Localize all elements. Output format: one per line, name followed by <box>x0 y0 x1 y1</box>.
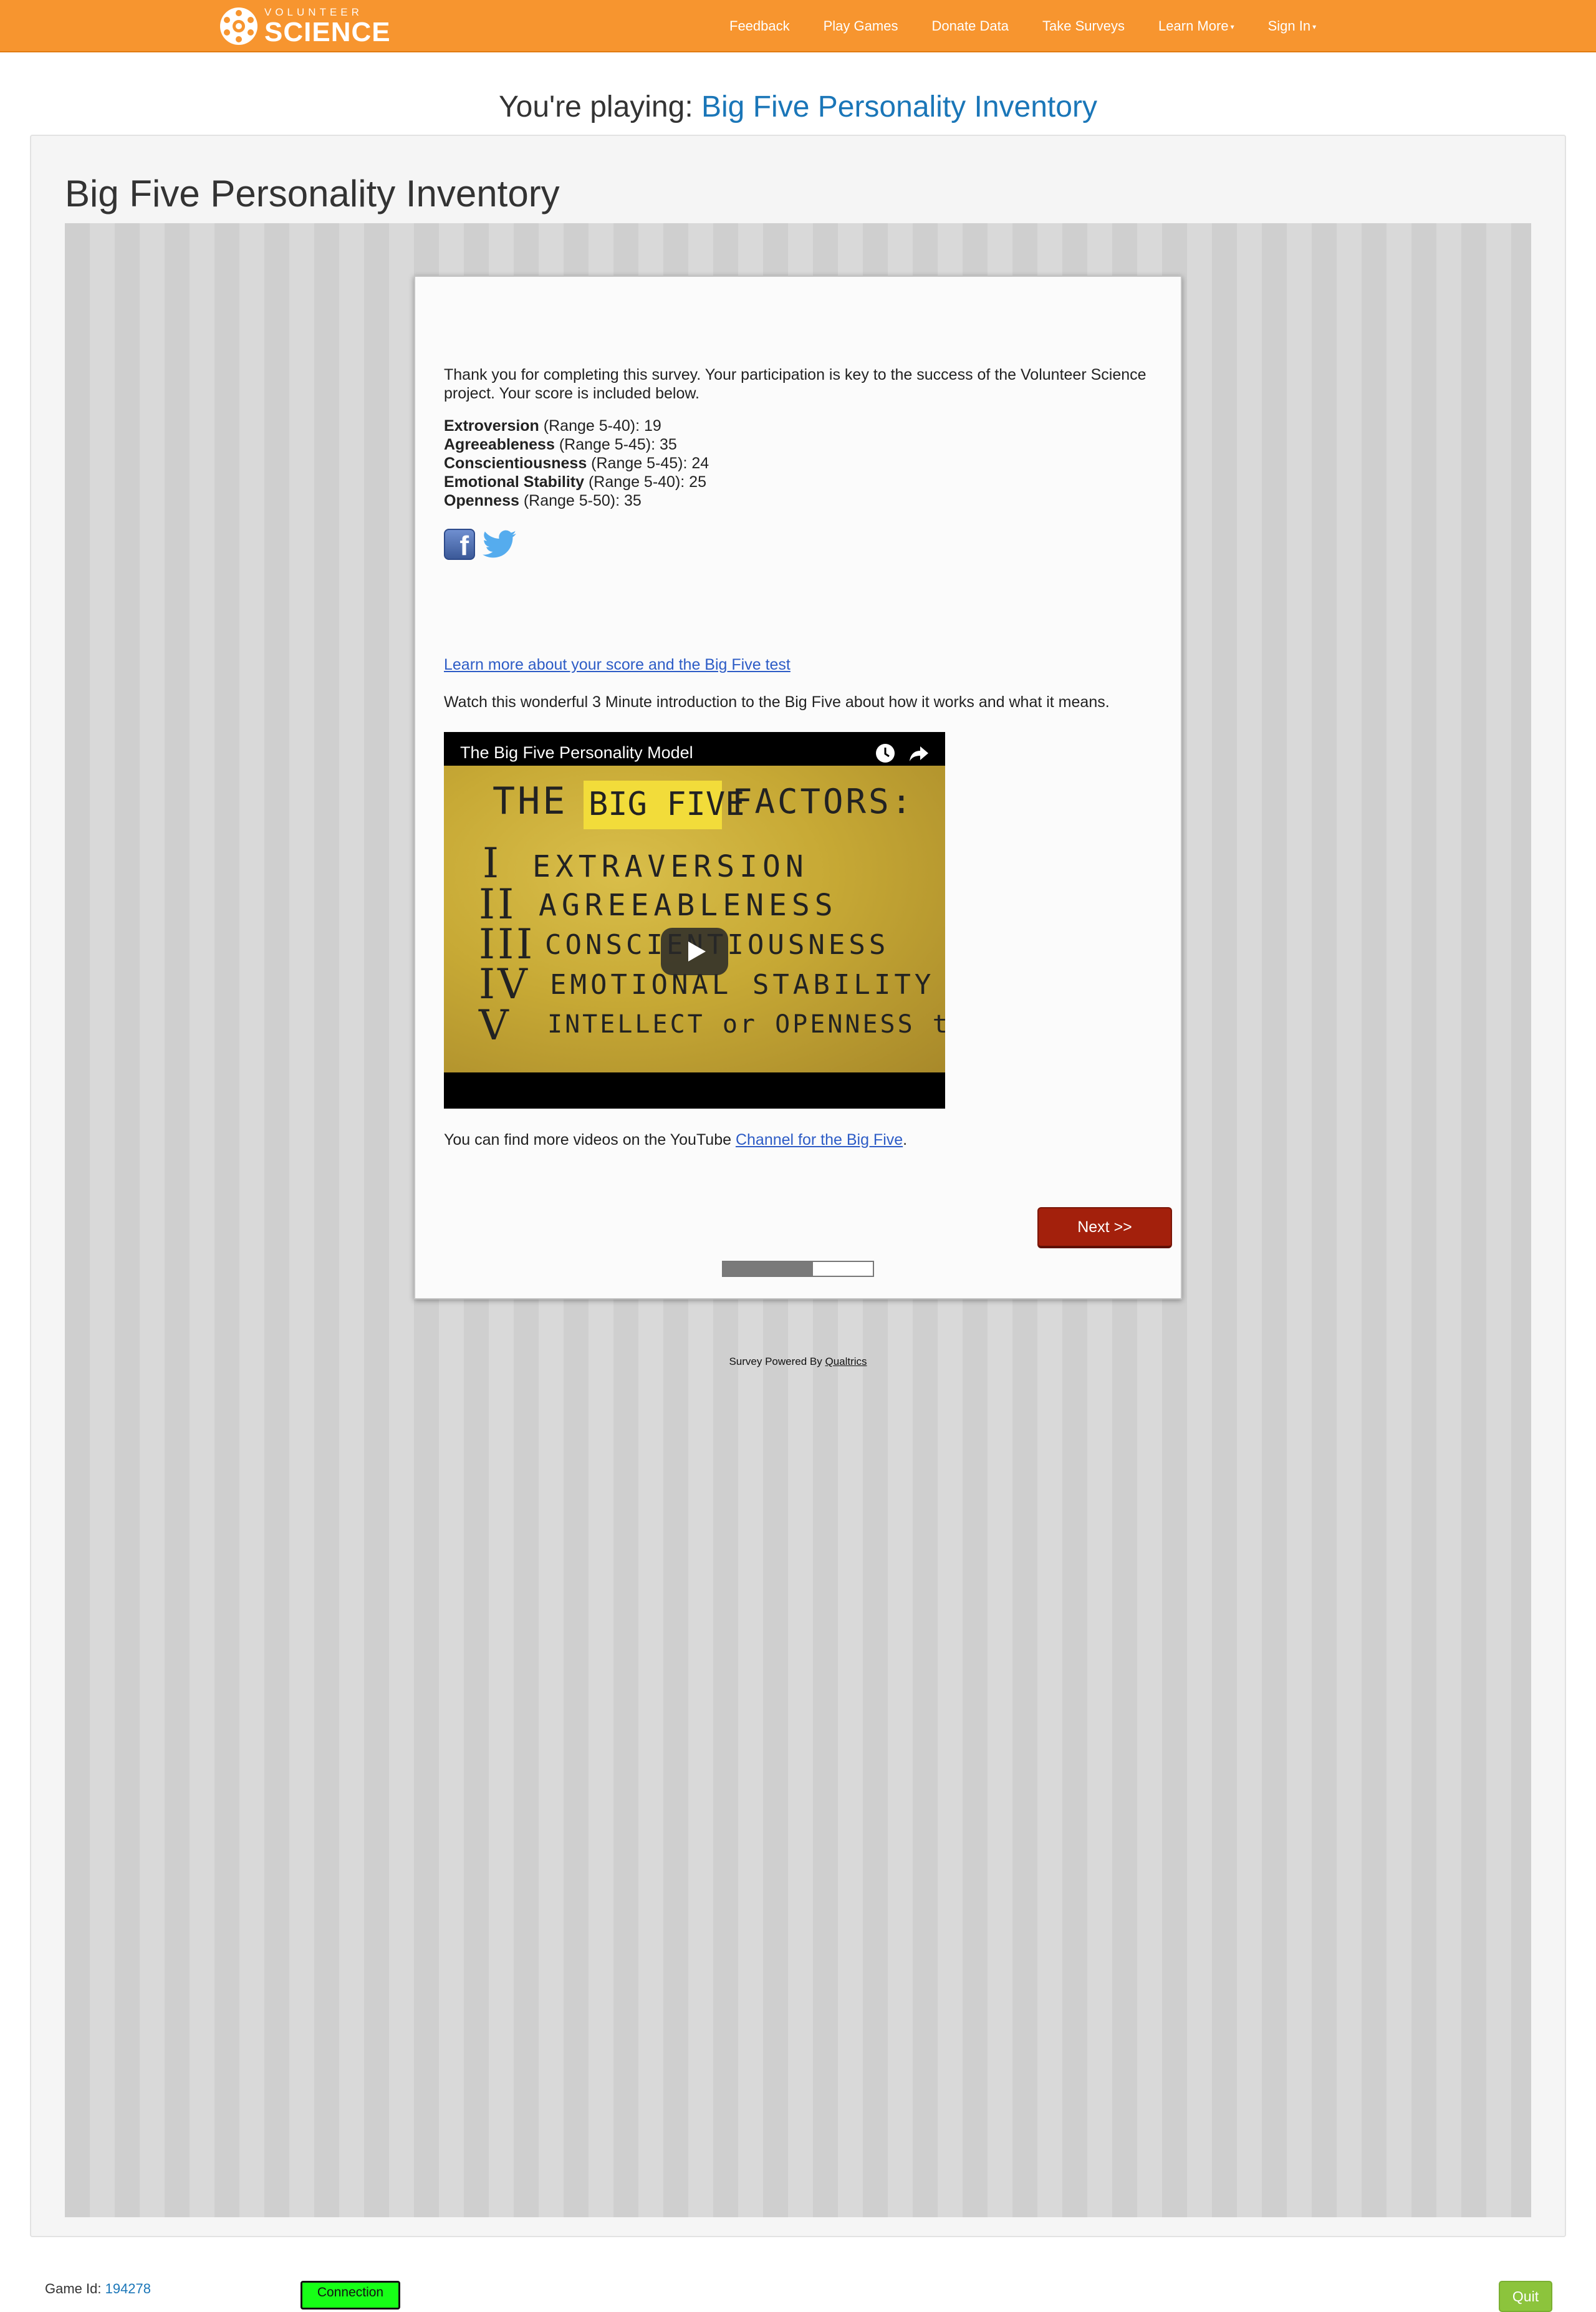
nav-links: Feedback Play Games Donate Data Take Sur… <box>729 0 1350 52</box>
score-list: Extroversion (Range 5-40): 19 Agreeablen… <box>444 417 1148 510</box>
volunteer-science-logo-icon <box>220 7 257 45</box>
score-detail: (Range 5-40): 25 <box>584 473 706 491</box>
big-five-channel-link[interactable]: Channel for the Big Five <box>736 1131 903 1149</box>
score-trait: Openness <box>444 492 519 509</box>
qualtrics-footer: Survey Powered By Qualtrics <box>0 1356 1596 1368</box>
score-trait: Agreeableness <box>444 436 555 453</box>
nav-sign-in-dropdown[interactable]: Sign In ▾ <box>1268 18 1317 34</box>
score-detail: (Range 5-45): 35 <box>554 436 677 453</box>
brand-wordmark: VOLUNTEER SCIENCE <box>264 7 391 46</box>
nav-learn-more-label: Learn More <box>1158 18 1229 34</box>
nav-take-surveys[interactable]: Take Surveys <box>1042 18 1125 34</box>
watch-intro-text: Watch this wonderful 3 Minute introducti… <box>444 693 1110 711</box>
survey-progress-fill <box>723 1262 813 1276</box>
brand-top-text: VOLUNTEER <box>264 6 363 18</box>
brand-logo-link[interactable]: VOLUNTEER SCIENCE <box>218 5 391 47</box>
board-heading-2: BIG FIVE <box>589 786 745 823</box>
score-emotional-stability: Emotional Stability (Range 5-40): 25 <box>444 473 1148 491</box>
nav-feedback[interactable]: Feedback <box>729 18 790 34</box>
board-line-num: V <box>479 1001 511 1049</box>
more-videos-prefix: You can find more videos on the YouTube <box>444 1131 736 1149</box>
nav-sign-in-label: Sign In <box>1267 18 1311 34</box>
top-navbar: VOLUNTEER SCIENCE Feedback Play Games Do… <box>0 0 1596 52</box>
board-heading-1: THE <box>493 779 568 823</box>
game-id-value: 194278 <box>105 2281 151 2296</box>
score-detail: (Range 5-45): 24 <box>587 455 709 472</box>
learn-more-score-link[interactable]: Learn more about your score and the Big … <box>444 656 791 674</box>
youtube-video-player[interactable]: THE BIG FIVE FACTORS: I EXTRAVERSION II … <box>444 732 945 1109</box>
board-line-text: AGREEABLENESS <box>539 888 838 923</box>
watch-later-clock-icon[interactable] <box>874 742 897 764</box>
powered-by-text: Survey Powered By <box>729 1356 825 1367</box>
thanks-text: Thank you for completing this survey. Yo… <box>444 366 1147 402</box>
brand-main-text: SCIENCE <box>264 16 391 47</box>
board-line-text: INTELLECT or OPENNESS to EXP <box>547 1010 945 1039</box>
caret-down-icon: ▾ <box>1230 22 1234 32</box>
game-id-label: Game Id: <box>45 2281 105 2296</box>
score-openness: Openness (Range 5-50): 35 <box>444 491 1148 510</box>
more-videos-suffix: . <box>903 1131 908 1149</box>
score-trait: Conscientiousness <box>444 455 587 472</box>
connection-status: Connection <box>300 2281 400 2310</box>
qualtrics-link[interactable]: Qualtrics <box>825 1356 867 1367</box>
survey-progress-bar <box>722 1261 874 1277</box>
score-agreeableness: Agreeableness (Range 5-45): 35 <box>444 435 1148 454</box>
more-videos-text: You can find more videos on the YouTube … <box>444 1131 907 1149</box>
nav-donate-data[interactable]: Donate Data <box>931 18 1009 34</box>
video-thumbnail: THE BIG FIVE FACTORS: I EXTRAVERSION II … <box>444 766 945 1072</box>
video-title[interactable]: The Big Five Personality Model <box>460 743 693 763</box>
survey-body: Thank you for completing this survey. Yo… <box>444 365 1148 560</box>
board-heading-3: FACTORS: <box>732 782 915 821</box>
caret-down-icon: ▾ <box>1312 22 1317 32</box>
score-trait: Emotional Stability <box>444 473 585 491</box>
game-name-link[interactable]: Big Five Personality Inventory <box>701 90 1097 123</box>
nav-play-games[interactable]: Play Games <box>824 18 898 34</box>
survey-title: Big Five Personality Inventory <box>65 173 560 214</box>
score-detail: (Range 5-40): 19 <box>539 417 661 435</box>
quit-button[interactable]: Quit <box>1499 2281 1552 2312</box>
share-arrow-icon[interactable] <box>908 742 930 764</box>
score-extroversion: Extroversion (Range 5-40): 19 <box>444 417 1148 435</box>
nav-learn-more-dropdown[interactable]: Learn More ▾ <box>1158 18 1234 34</box>
board-line-text: EXTRAVERSION <box>532 849 809 884</box>
score-trait: Extroversion <box>444 417 539 435</box>
twitter-icon[interactable] <box>483 530 516 559</box>
board-line-text: EMOTIONAL STABILITY <box>550 969 935 1001</box>
score-detail: (Range 5-50): 35 <box>519 492 642 509</box>
page-title: You're playing: Big Five Personality Inv… <box>0 90 1596 124</box>
page-title-prefix: You're playing: <box>499 90 701 123</box>
social-share: f <box>444 529 1148 560</box>
score-conscientiousness: Conscientiousness (Range 5-45): 24 <box>444 454 1148 473</box>
facebook-icon[interactable]: f <box>444 529 475 560</box>
next-button[interactable]: Next >> <box>1037 1207 1172 1248</box>
play-icon[interactable] <box>661 928 728 975</box>
game-id: Game Id: 194278 <box>45 2281 151 2297</box>
